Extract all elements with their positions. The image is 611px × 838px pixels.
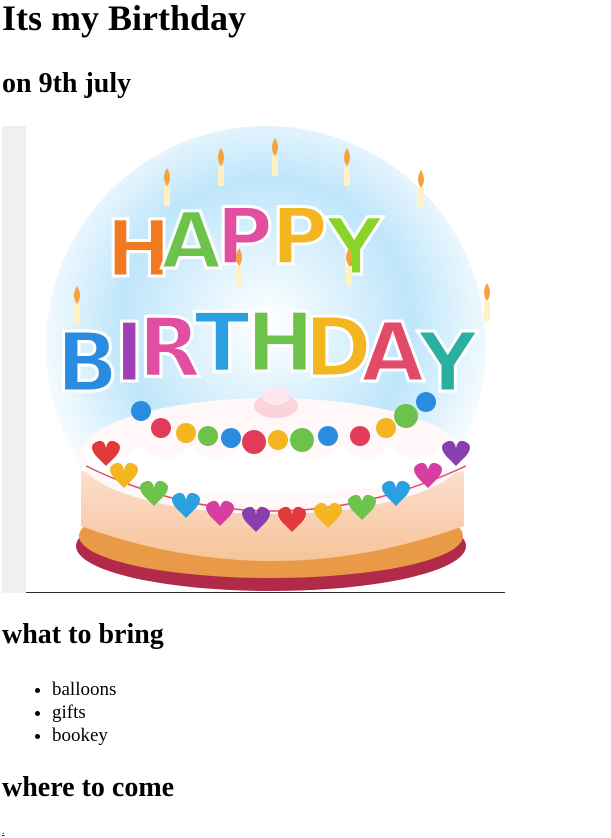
where-heading: where to come — [2, 772, 175, 803]
svg-text:P: P — [216, 193, 273, 283]
birthday-cake-image: H A P P Y B I R T H D A Y — [2, 126, 505, 593]
svg-text:A: A — [361, 306, 425, 401]
image-bottom-border — [26, 592, 505, 593]
bring-heading: what to bring — [2, 619, 164, 650]
svg-text:Y: Y — [325, 203, 384, 293]
image-edge-strip — [2, 126, 26, 593]
svg-text:A: A — [161, 197, 221, 287]
list-item: bookey — [52, 724, 116, 747]
list-item: gifts — [52, 701, 116, 724]
bring-list: balloons gifts bookey — [0, 678, 116, 747]
page-title: Its my Birthday — [2, 0, 247, 38]
svg-text:T: T — [194, 296, 250, 391]
birthday-cake-icon: H A P P Y B I R T H D A Y — [46, 126, 490, 591]
svg-text:R: R — [138, 301, 201, 396]
svg-text:B: B — [56, 316, 119, 411]
location-link[interactable]: . — [2, 826, 5, 838]
list-item: balloons — [52, 678, 116, 701]
svg-text:Y: Y — [417, 316, 479, 411]
page-subtitle: on 9th july — [2, 68, 132, 99]
svg-text:P: P — [271, 193, 328, 283]
